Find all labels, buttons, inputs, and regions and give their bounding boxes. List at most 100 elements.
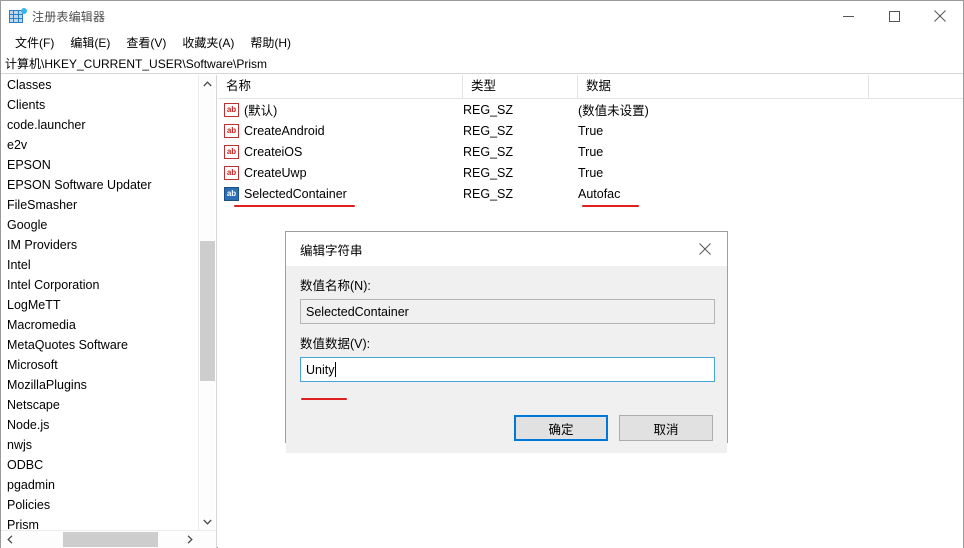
menu-bar: 文件(F) 编辑(E) 查看(V) 收藏夹(A) 帮助(H)	[1, 31, 963, 53]
value-type: REG_SZ	[463, 123, 514, 138]
ab-string-icon: ab	[224, 165, 239, 180]
registry-editor-window: 注册表编辑器 文件(F) 编辑(E) 查看(V) 收藏夹(A) 帮助(H) 计算…	[0, 0, 964, 548]
text-caret	[335, 362, 337, 377]
tree-item[interactable]: e2v	[1, 135, 197, 155]
value-name-input-text: SelectedContainer	[306, 304, 409, 319]
tree-horizontal-scrollbar[interactable]	[1, 530, 216, 548]
tree-scroll-thumb[interactable]	[200, 241, 215, 381]
ab-string-icon: ab	[224, 123, 239, 138]
table-row[interactable]: ab (默认) REG_SZ (数值未设置)	[218, 99, 963, 120]
value-name: CreateAndroid	[244, 123, 325, 138]
tree-item[interactable]: Policies	[1, 495, 197, 515]
tree-item[interactable]: LogMeTT	[1, 295, 197, 315]
table-row-selected[interactable]: ab SelectedContainer REG_SZ Autofac	[218, 183, 963, 204]
dialog-title: 编辑字符串	[300, 243, 363, 258]
value-data-input[interactable]: Unity	[300, 357, 715, 382]
close-icon[interactable]	[917, 1, 963, 31]
scroll-left-icon[interactable]	[1, 531, 18, 548]
column-header-data[interactable]: 数据	[578, 75, 869, 98]
menu-item-favorites[interactable]: 收藏夹(A)	[174, 32, 242, 53]
value-type: REG_SZ	[463, 186, 514, 201]
value-type: REG_SZ	[463, 102, 514, 117]
annotation-underline-value	[301, 398, 347, 400]
ab-string-icon: ab	[224, 186, 239, 201]
table-row[interactable]: ab CreateAndroid REG_SZ True	[218, 120, 963, 141]
tree-item[interactable]: Macromedia	[1, 315, 197, 335]
tree-item[interactable]: Intel	[1, 255, 197, 275]
value-name: CreateUwp	[244, 165, 307, 180]
column-headers: 名称 类型 数据	[218, 75, 963, 99]
tree-item[interactable]: code.launcher	[1, 115, 197, 135]
tree-item[interactable]: IM Providers	[1, 235, 197, 255]
maximize-icon[interactable]	[871, 1, 917, 31]
window-title: 注册表编辑器	[32, 9, 106, 24]
table-row[interactable]: ab CreateiOS REG_SZ True	[218, 141, 963, 162]
tree-item[interactable]: Classes	[1, 75, 197, 95]
tree-hscroll-thumb[interactable]	[63, 532, 158, 547]
table-row[interactable]: ab CreateUwp REG_SZ True	[218, 162, 963, 183]
menu-item-help[interactable]: 帮助(H)	[242, 32, 299, 53]
scroll-up-icon[interactable]	[199, 75, 216, 92]
ok-button[interactable]: 确定	[514, 415, 608, 441]
scroll-right-icon[interactable]	[181, 531, 198, 548]
edit-string-dialog: 编辑字符串 数值名称(N): SelectedContainer 数值数据(V)…	[285, 231, 728, 453]
value-name-cell: ab CreateAndroid	[224, 123, 325, 138]
tree-item[interactable]: Node.js	[1, 415, 197, 435]
dialog-buttons: 确定 取消	[514, 415, 713, 441]
value-data: Autofac	[578, 186, 621, 201]
value-name-input[interactable]: SelectedContainer	[300, 299, 715, 324]
tree-item[interactable]: EPSON	[1, 155, 197, 175]
dialog-body: 数值名称(N): SelectedContainer 数值数据(V): Unit…	[286, 275, 727, 453]
value-name-cell: ab CreateUwp	[224, 165, 307, 180]
tree-item[interactable]: EPSON Software Updater	[1, 175, 197, 195]
value-name-cell: ab SelectedContainer	[224, 186, 347, 201]
tree-item[interactable]: nwjs	[1, 435, 197, 455]
menu-item-file[interactable]: 文件(F)	[7, 32, 62, 53]
value-data: True	[578, 123, 604, 138]
address-path: 计算机\HKEY_CURRENT_USER\Software\Prism	[5, 56, 268, 71]
menu-item-view[interactable]: 查看(V)	[118, 32, 174, 53]
column-header-name[interactable]: 名称	[218, 75, 463, 98]
value-name-cell: ab CreateiOS	[224, 144, 302, 159]
value-name-label: 数值名称(N):	[300, 279, 371, 293]
tree-item[interactable]: MetaQuotes Software	[1, 335, 197, 355]
registry-tree-list: Classes Clients code.launcher e2v EPSON …	[1, 75, 197, 530]
ab-string-icon: ab	[224, 102, 239, 117]
tree-item[interactable]: Microsoft	[1, 355, 197, 375]
tree-item-prism[interactable]: Prism	[1, 515, 197, 530]
values-list: ab (默认) REG_SZ (数值未设置) ab CreateAndroid …	[218, 99, 963, 204]
value-data-input-text: Unity	[306, 362, 335, 377]
value-type: REG_SZ	[463, 165, 514, 180]
minimize-icon[interactable]	[825, 1, 871, 31]
tree-vertical-scrollbar[interactable]	[198, 75, 215, 530]
annotation-underline-data	[582, 205, 639, 207]
value-name: (默认)	[244, 104, 278, 118]
close-icon[interactable]	[682, 232, 727, 265]
tree-item[interactable]: pgadmin	[1, 475, 197, 495]
tree-item[interactable]: FileSmasher	[1, 195, 197, 215]
column-header-type[interactable]: 类型	[463, 75, 578, 98]
value-data: (数值未设置)	[578, 104, 649, 118]
dialog-title-bar: 编辑字符串	[286, 232, 727, 266]
cancel-button[interactable]: 取消	[619, 415, 713, 441]
tree-item[interactable]: ODBC	[1, 455, 197, 475]
tree-item[interactable]: Clients	[1, 95, 197, 115]
address-bar[interactable]: 计算机\HKEY_CURRENT_USER\Software\Prism	[1, 53, 963, 74]
value-data: True	[578, 165, 604, 180]
tree-item[interactable]: Intel Corporation	[1, 275, 197, 295]
value-type: REG_SZ	[463, 144, 514, 159]
annotation-underline-name	[234, 205, 355, 207]
tree-item[interactable]: MozillaPlugins	[1, 375, 197, 395]
scroll-down-icon[interactable]	[199, 513, 216, 530]
value-data-label: 数值数据(V):	[300, 337, 371, 351]
menu-item-edit[interactable]: 编辑(E)	[62, 32, 118, 53]
value-name: SelectedContainer	[244, 186, 347, 201]
title-bar: 注册表编辑器	[1, 1, 963, 31]
ab-string-icon: ab	[224, 144, 239, 159]
window-controls	[825, 1, 963, 31]
registry-tree-pane: Classes Clients code.launcher e2v EPSON …	[1, 75, 217, 548]
registry-grid-icon	[9, 8, 27, 24]
value-name-cell: ab (默认)	[224, 100, 277, 119]
tree-item[interactable]: Google	[1, 215, 197, 235]
tree-item[interactable]: Netscape	[1, 395, 197, 415]
